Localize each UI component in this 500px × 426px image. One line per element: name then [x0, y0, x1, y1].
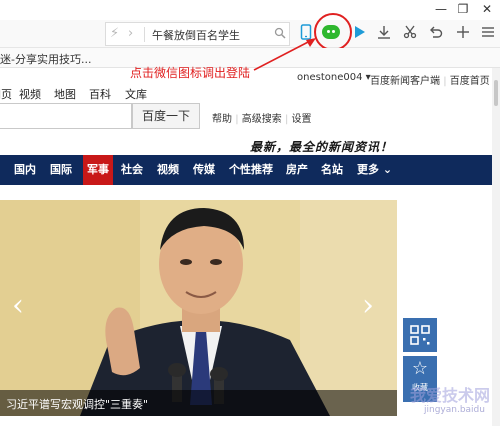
user-menu[interactable]: onestone004 ▾	[297, 72, 371, 83]
watermark-text: 我爱技术网	[410, 386, 491, 405]
lightning-icon[interactable]: ⚡	[110, 26, 119, 41]
nav-item-personalized[interactable]: 个性推荐	[229, 155, 273, 185]
restore-button[interactable]: ❐	[456, 2, 470, 16]
settings-link[interactable]: 设置	[292, 114, 312, 125]
prev-slide-button[interactable]: ‹	[12, 288, 24, 323]
play-icon[interactable]	[349, 24, 369, 44]
nav-item-domestic[interactable]: 国内	[14, 155, 36, 185]
next-slide-button[interactable]: ›	[362, 288, 374, 323]
annotation-arrow	[253, 38, 316, 71]
tab-map[interactable]: 地图	[54, 86, 76, 102]
minimize-button[interactable]: —	[434, 2, 448, 16]
address-text[interactable]: 午餐放倒百名学生	[152, 27, 240, 43]
scrollbar[interactable]	[492, 68, 500, 426]
star-icon: ☆	[411, 358, 429, 379]
plus-icon[interactable]	[453, 24, 473, 44]
hero-photo	[0, 200, 397, 416]
scrollbar-thumb[interactable]	[494, 80, 498, 106]
tab-web[interactable]: 网页	[0, 86, 12, 102]
address-divider	[144, 27, 145, 42]
news-nav: 国内 国际 军事 社会 视频 传媒 个性推荐 房产 名站 更多 ⌄	[0, 155, 500, 185]
bookmark-item[interactable]: 迷-分享实用技巧...	[0, 51, 91, 67]
tab-baike[interactable]: 百科	[89, 86, 111, 102]
top-links: 百度新闻客户端 | 百度首页	[370, 76, 490, 87]
username[interactable]: onestone004	[297, 72, 362, 83]
nav-item-video[interactable]: 视频	[157, 155, 179, 185]
close-button[interactable]: ✕	[480, 2, 494, 16]
chevron-right-icon[interactable]: ›	[128, 26, 133, 41]
slogan: 最新，最全的新闻资讯！	[250, 140, 394, 154]
title-bar: — ❐ ✕	[0, 0, 500, 20]
search-input[interactable]	[0, 103, 132, 129]
nav-item-society[interactable]: 社会	[121, 155, 143, 185]
qr-code-button[interactable]	[403, 318, 437, 352]
advanced-search-link[interactable]: 高级搜索	[242, 114, 282, 125]
nav-item-military[interactable]: 军事	[83, 155, 113, 185]
search-button[interactable]: 百度一下	[132, 103, 200, 129]
menu-icon[interactable]	[478, 24, 498, 44]
nav-item-more[interactable]: 更多 ⌄	[357, 155, 392, 185]
undo-icon[interactable]	[426, 24, 446, 44]
nav-item-international[interactable]: 国际	[50, 155, 72, 185]
watermark-url: jingyan.baidu	[424, 405, 485, 415]
home-link[interactable]: 百度首页	[450, 76, 490, 87]
nav-item-sites[interactable]: 名站	[321, 155, 343, 185]
annotation-text: 点击微信图标调出登陆	[130, 66, 251, 80]
client-link[interactable]: 百度新闻客户端	[370, 76, 440, 87]
nav-item-property[interactable]: 房产	[286, 155, 308, 185]
nav-item-media[interactable]: 传媒	[193, 155, 215, 185]
download-icon[interactable]	[374, 24, 394, 44]
tab-wenku[interactable]: 文库	[125, 86, 147, 102]
chevron-down-icon[interactable]: ⌄	[379, 163, 392, 176]
qr-code-icon	[410, 325, 430, 345]
help-link[interactable]: 帮助	[212, 114, 232, 125]
help-links: 帮助 | 高级搜索 | 设置	[212, 114, 312, 125]
more-label[interactable]: 更多	[357, 163, 379, 176]
scissors-icon[interactable]	[400, 24, 420, 44]
tab-video[interactable]: 视频	[19, 86, 41, 102]
hero-carousel[interactable]: ‹ › 习近平谱写宏观调控"三重奏"	[0, 200, 397, 416]
hero-caption[interactable]: 习近平谱写宏观调控"三重奏"	[6, 396, 148, 412]
hero-caption-bar: 习近平谱写宏观调控"三重奏"	[0, 390, 397, 416]
